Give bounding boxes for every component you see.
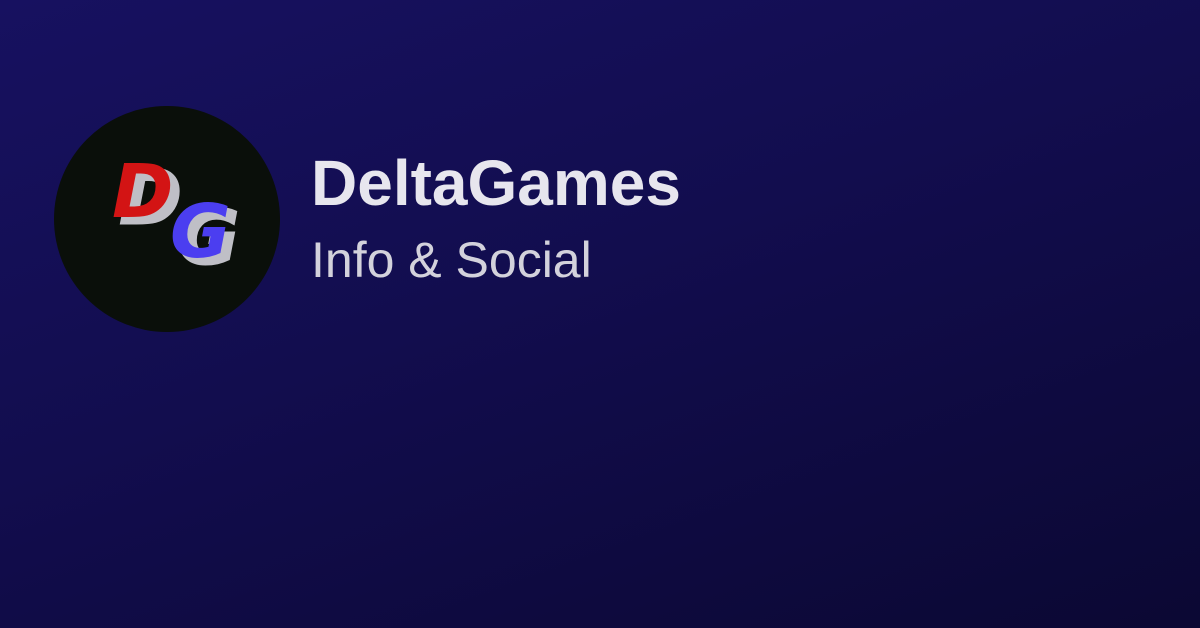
logo-letter-d: D (112, 149, 173, 235)
dg-logo-icon: D D G G (112, 149, 240, 283)
page-subtitle: Info & Social (311, 232, 592, 288)
logo-letter-g: G (170, 189, 231, 275)
logo-avatar: D D G G (54, 106, 280, 332)
page-title: DeltaGames (311, 147, 681, 219)
